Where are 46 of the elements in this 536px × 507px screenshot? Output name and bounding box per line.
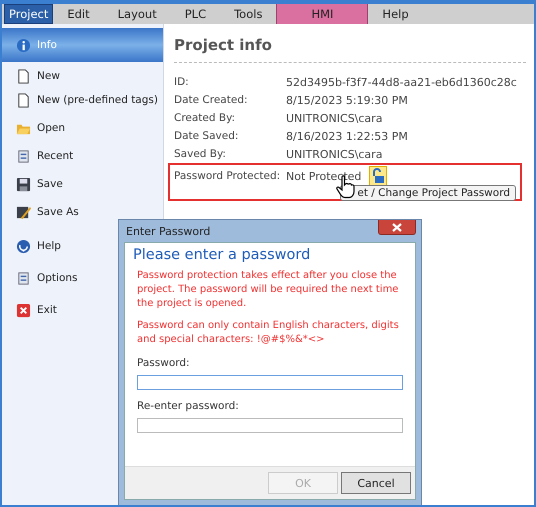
sidebar-item[interactable]: Recent: [2, 144, 163, 168]
field-label: Re-enter password:: [137, 400, 240, 412]
dialog-title: Enter Password: [126, 224, 210, 238]
field-label: ID:: [174, 76, 190, 88]
close-button[interactable]: [378, 220, 416, 235]
sidebar-item[interactable]: Save: [2, 172, 163, 196]
list-icon: [16, 270, 31, 286]
page-title: Project info: [174, 32, 526, 63]
info-icon: [16, 38, 31, 52]
close-icon: [392, 222, 402, 232]
password-field[interactable]: [137, 418, 403, 433]
field-value: Not Protected: [286, 170, 362, 182]
field-label: Date Created:: [174, 94, 249, 106]
document-icon: [16, 92, 31, 108]
menu-tab[interactable]: HMI: [276, 4, 368, 24]
field-value: 8/15/2023 5:19:30 PM: [286, 94, 408, 106]
field-value: UNITRONICS\cara: [286, 148, 382, 160]
field-value: UNITRONICS\cara: [286, 112, 382, 124]
dialog-heading: Please enter a password: [132, 247, 312, 265]
field-value: 8/16/2023 1:22:53 PM: [286, 130, 408, 142]
warning-text: Password protection takes effect after you close the project. The password will be required the next time the project is opened.: [136, 269, 400, 311]
unlocked-padlock-icon[interactable]: [369, 166, 388, 186]
sidebar-item[interactable]: Open: [2, 116, 163, 140]
field-label: Saved By:: [174, 148, 227, 160]
menu-tab[interactable]: Help: [368, 4, 423, 24]
sidebar-item[interactable]: New: [2, 64, 163, 88]
menu-tab[interactable]: PLC: [170, 4, 220, 24]
field-label: Password Protected:: [174, 170, 282, 182]
sidebar-item[interactable]: New (pre-defined tags): [2, 88, 163, 112]
field-label: Password:: [137, 357, 191, 369]
dialog-button[interactable]: Cancel: [341, 472, 411, 494]
menu-tab[interactable]: Edit: [53, 4, 104, 24]
pencil-icon: [16, 204, 31, 220]
close-icon: [16, 302, 31, 318]
menu-tab[interactable]: Project: [4, 4, 54, 24]
document-icon: [16, 68, 31, 84]
field-label: Created By:: [174, 112, 236, 124]
warning-text: Password can only contain English characters, digits and special characters: !@#$%&*<>: [136, 319, 400, 347]
password-field[interactable]: [137, 375, 403, 390]
menu-tab[interactable]: Layout: [104, 4, 171, 24]
sidebar-item[interactable]: Save As: [2, 200, 163, 224]
list-icon: [16, 148, 31, 164]
tooltip: et / Change Project Password: [340, 185, 516, 201]
field-value: 52d3495b-f3f7-44d8-aa21-eb6d1360c28c: [286, 76, 517, 88]
menu-tab[interactable]: Tools: [220, 4, 276, 24]
field-label: Date Saved:: [174, 130, 240, 142]
